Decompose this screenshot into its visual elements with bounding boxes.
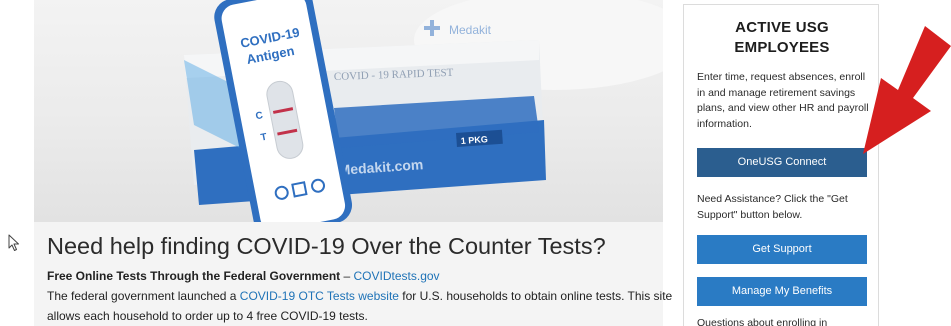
box-brand-text: Medakit bbox=[449, 23, 492, 37]
para-text-end: for U.S. households to obtain online tes… bbox=[398, 289, 673, 303]
article-paragraph: The federal government launched a COVID-… bbox=[47, 289, 672, 303]
panel-title-line-2: EMPLOYEES bbox=[734, 39, 830, 56]
panel-title-line-1: ACTIVE USG bbox=[735, 19, 829, 36]
assistance-text: Need Assistance? Click the "Get Support"… bbox=[697, 193, 848, 221]
subhead-separator: – bbox=[340, 269, 354, 283]
active-usg-employees-panel: ACTIVE USG EMPLOYEES Enter time, request… bbox=[683, 4, 879, 326]
panel-title: ACTIVE USG EMPLOYEES bbox=[684, 18, 880, 58]
featured-article: Medakit COVID - 19 RAPID TEST Medakit.co… bbox=[34, 0, 672, 326]
article-paragraph-line2: allows each household to order up to 4 f… bbox=[47, 309, 368, 323]
panel-intro-text: Enter time, request absences, enroll in … bbox=[697, 71, 869, 130]
enrollment-questions-text: Questions about enrolling in bbox=[697, 317, 828, 326]
mouse-pointer-icon bbox=[8, 234, 19, 251]
para-text-start: The federal government launched a bbox=[47, 289, 240, 303]
article-subhead: Free Online Tests Through the Federal Go… bbox=[47, 269, 440, 283]
get-support-button[interactable]: Get Support bbox=[697, 235, 867, 264]
box-badge-text: 1 PKG bbox=[460, 134, 488, 146]
red-annotation-arrow bbox=[863, 26, 951, 154]
covid-test-hero-image: Medakit COVID - 19 RAPID TEST Medakit.co… bbox=[34, 0, 663, 222]
covid-otc-tests-link[interactable]: COVID-19 OTC Tests website bbox=[240, 289, 399, 303]
subhead-bold-text: Free Online Tests Through the Federal Go… bbox=[47, 269, 341, 283]
covidtests-gov-link[interactable]: COVIDtests.gov bbox=[354, 269, 440, 283]
hero-illustration: Medakit COVID - 19 RAPID TEST Medakit.co… bbox=[184, 0, 663, 222]
manage-my-benefits-button[interactable]: Manage My Benefits bbox=[697, 277, 867, 306]
article-headline: Need help finding COVID-19 Over the Coun… bbox=[47, 233, 606, 259]
oneusg-connect-button[interactable]: OneUSG Connect bbox=[697, 148, 867, 177]
